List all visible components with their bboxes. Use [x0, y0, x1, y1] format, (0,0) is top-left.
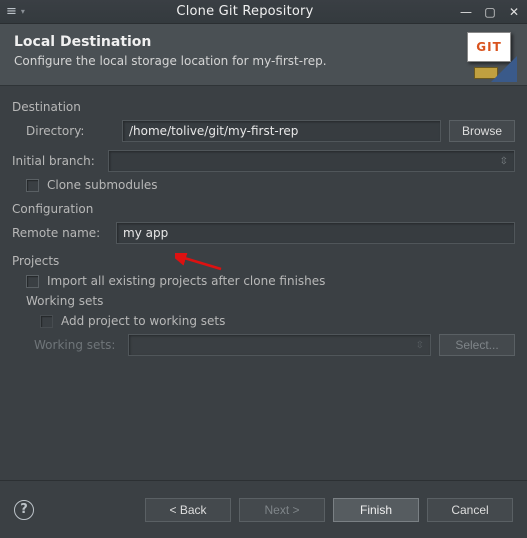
wizard-banner: Local Destination Configure the local st… [0, 24, 527, 86]
banner-icon: GIT [462, 32, 517, 82]
maximize-button[interactable]: ▢ [483, 5, 497, 19]
section-destination: Destination [12, 100, 515, 114]
initial-branch-label: Initial branch: [12, 154, 100, 168]
hamburger-icon[interactable]: ≡ [6, 4, 17, 19]
next-button: Next > [239, 498, 325, 522]
browse-button[interactable]: Browse [449, 120, 515, 142]
import-projects-label: Import all existing projects after clone… [47, 274, 325, 288]
working-sets-label: Working sets [12, 294, 515, 308]
finish-button[interactable]: Finish [333, 498, 419, 522]
clone-submodules-checkbox[interactable] [26, 179, 39, 192]
section-configuration: Configuration [12, 202, 515, 216]
corner-decor-icon [491, 56, 517, 82]
minimize-button[interactable]: — [459, 5, 473, 19]
back-button[interactable]: < Back [145, 498, 231, 522]
initial-branch-dropdown[interactable]: ⇳ [108, 150, 515, 172]
help-button[interactable]: ? [14, 500, 34, 520]
directory-input[interactable] [122, 120, 441, 142]
select-working-sets-button: Select... [439, 334, 515, 356]
wizard-button-bar: ? < Back Next > Finish Cancel [0, 480, 527, 538]
add-working-sets-checkbox[interactable] [40, 315, 53, 328]
clone-submodules-label: Clone submodules [47, 178, 158, 192]
remote-name-label: Remote name: [12, 226, 108, 240]
window-title: Clone Git Repository [31, 4, 459, 19]
section-projects: Projects [12, 254, 515, 268]
banner-title: Local Destination [14, 34, 513, 50]
window-titlebar: ≡ ▾ Clone Git Repository — ▢ ✕ [0, 0, 527, 24]
working-sets-dropdown-label: Working sets: [34, 338, 120, 352]
cancel-button[interactable]: Cancel [427, 498, 513, 522]
banner-subtitle: Configure the local storage location for… [14, 54, 513, 68]
close-button[interactable]: ✕ [507, 5, 521, 19]
working-sets-dropdown: ⇳ [128, 334, 431, 356]
directory-label: Directory: [26, 124, 114, 138]
chevron-updown-icon: ⇳ [416, 340, 424, 351]
remote-name-input[interactable] [116, 222, 515, 244]
add-working-sets-label: Add project to working sets [61, 314, 225, 328]
chevron-updown-icon: ⇳ [500, 156, 508, 167]
import-projects-checkbox[interactable] [26, 275, 39, 288]
menu-caret-icon[interactable]: ▾ [21, 7, 25, 16]
